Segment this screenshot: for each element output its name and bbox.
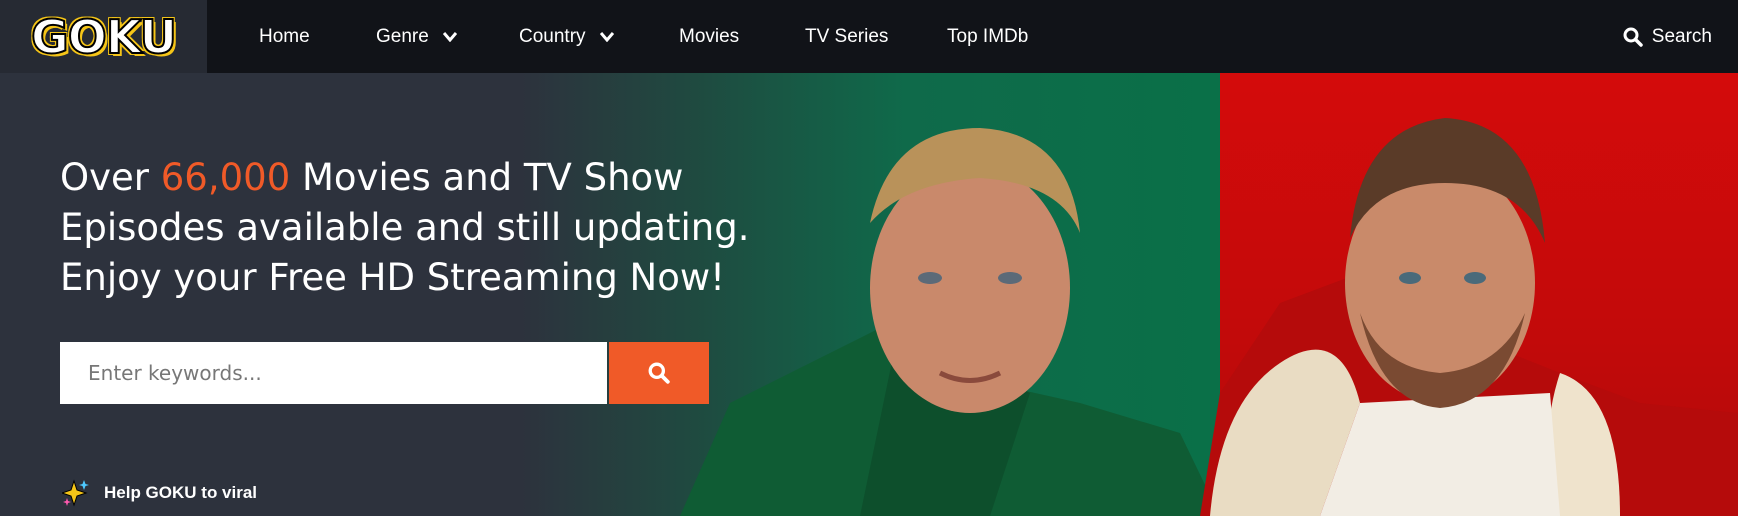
- header-search-button[interactable]: Search: [1623, 0, 1712, 73]
- hero-headline: Over 66,000 Movies and TV Show Episodes …: [60, 153, 760, 303]
- nav-movies-label: Movies: [679, 25, 740, 47]
- headline-count: 66,000: [160, 156, 291, 199]
- hero-search-form: [60, 342, 709, 404]
- nav-movies[interactable]: Movies: [679, 0, 739, 73]
- headline-line2: Episodes available and still updating.: [60, 206, 750, 249]
- header-search-label: Search: [1651, 25, 1712, 47]
- logo-link[interactable]: GOKU: [0, 0, 207, 73]
- share-text: Help GOKU to viral: [104, 483, 258, 502]
- nav-genre[interactable]: Genre: [376, 0, 457, 73]
- nav-home-label: Home: [259, 25, 310, 47]
- keyword-search-button[interactable]: [609, 342, 709, 404]
- search-icon: [648, 362, 670, 384]
- nav-top-imdb[interactable]: Top IMDb: [947, 0, 1028, 73]
- keyword-search-input[interactable]: [60, 342, 607, 404]
- headline-part1: Over: [60, 156, 161, 199]
- nav-country-label: Country: [519, 25, 586, 47]
- chevron-down-icon: [442, 31, 457, 42]
- nav-country[interactable]: Country: [519, 0, 614, 73]
- sparkles-icon: [62, 479, 89, 507]
- goku-logo: GOKU: [30, 9, 178, 64]
- chevron-down-icon: [599, 31, 614, 42]
- nav-genre-label: Genre: [376, 25, 429, 47]
- nav-tv-series-label: TV Series: [805, 25, 889, 47]
- top-navbar: GOKU Home Genre Country Movies TV Series…: [0, 0, 1738, 73]
- nav-top-imdb-label: Top IMDb: [947, 25, 1029, 47]
- share-promo[interactable]: Help GOKU to viral: [62, 479, 257, 507]
- headline-part2: Movies and TV Show: [290, 156, 684, 199]
- headline-line3: Enjoy your Free HD Streaming Now!: [60, 256, 725, 299]
- nav-home[interactable]: Home: [259, 0, 310, 73]
- nav-tv-series[interactable]: TV Series: [805, 0, 888, 73]
- hero-banner: Over 66,000 Movies and TV Show Episodes …: [0, 73, 1738, 516]
- search-icon: [1623, 27, 1643, 47]
